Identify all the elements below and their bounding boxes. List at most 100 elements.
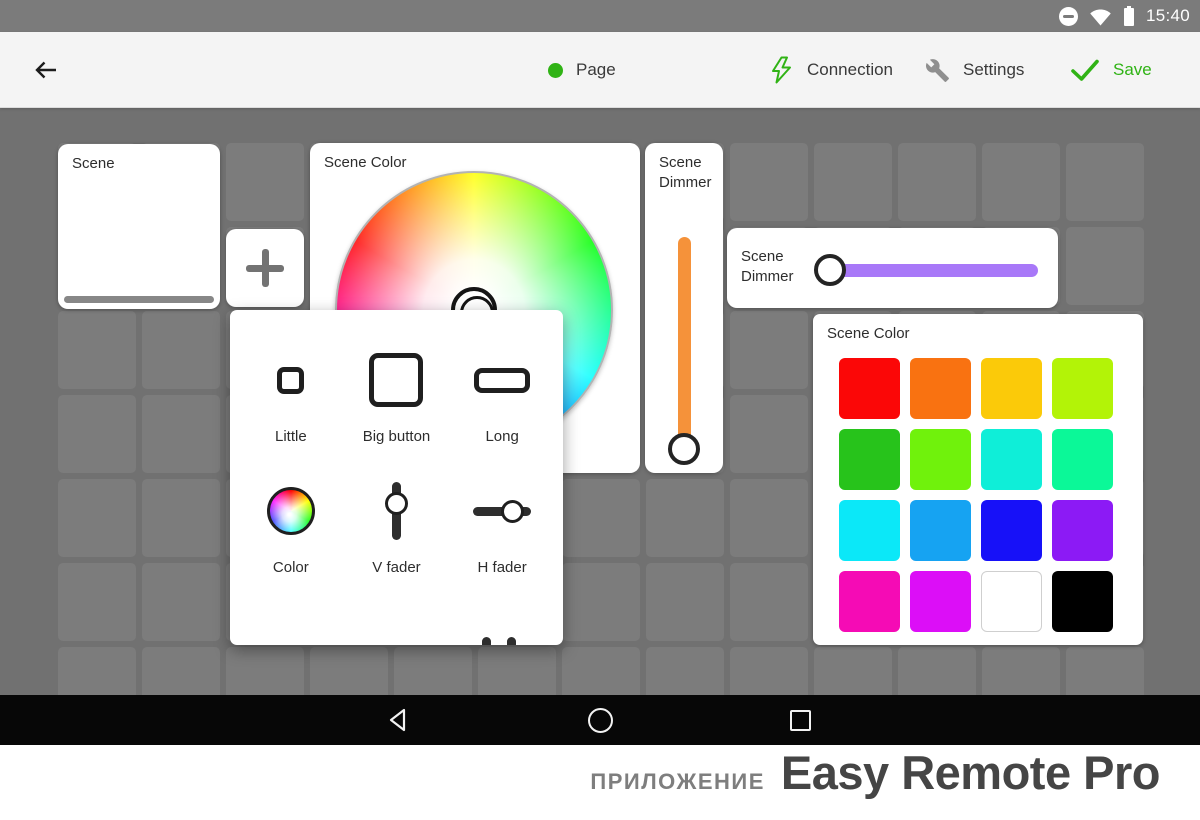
dialog-item-v-fader[interactable]: V fader bbox=[344, 471, 450, 576]
page-indicator[interactable]: Page bbox=[548, 32, 616, 108]
settings-button[interactable]: Settings bbox=[925, 32, 1024, 108]
color-swatch[interactable] bbox=[981, 429, 1042, 490]
dialog-item-label: H fader bbox=[478, 559, 527, 576]
dimmer-h-knob[interactable] bbox=[814, 254, 846, 286]
grid-cell[interactable] bbox=[58, 647, 136, 695]
footer-app-label: ПРИЛОЖЕНИЕ bbox=[590, 769, 765, 795]
grid-cell[interactable] bbox=[898, 647, 976, 695]
back-arrow-icon bbox=[32, 56, 60, 84]
footer-app-name: Easy Remote Pro bbox=[781, 745, 1160, 800]
color-swatch[interactable] bbox=[910, 358, 971, 419]
grid-cell[interactable] bbox=[562, 647, 640, 695]
dialog-item-big[interactable]: Big button bbox=[344, 340, 450, 445]
dialog-item-label: V fader bbox=[372, 559, 420, 576]
color-swatch[interactable] bbox=[981, 358, 1042, 419]
grid-cell[interactable] bbox=[58, 311, 136, 389]
battery-icon bbox=[1123, 6, 1135, 26]
grid-cell[interactable] bbox=[982, 143, 1060, 221]
check-icon bbox=[1070, 58, 1100, 82]
color-swatch[interactable] bbox=[1052, 358, 1113, 419]
home-circle-icon bbox=[588, 708, 613, 733]
nav-recents-button[interactable] bbox=[776, 695, 824, 745]
save-label: Save bbox=[1113, 60, 1152, 80]
h-fader-icon bbox=[473, 471, 531, 551]
grid-cell[interactable] bbox=[142, 311, 220, 389]
dialog-items: Little Big button Long Color V fader H fader bbox=[230, 310, 563, 576]
color-swatch[interactable] bbox=[910, 500, 971, 561]
grid-cell[interactable] bbox=[394, 647, 472, 695]
wifi-icon bbox=[1089, 7, 1112, 26]
cropped-icon-dot bbox=[507, 637, 516, 645]
color-swatch[interactable] bbox=[910, 429, 971, 490]
save-button[interactable]: Save bbox=[1070, 32, 1152, 108]
grid-cell[interactable] bbox=[982, 647, 1060, 695]
dimmer-h-track[interactable] bbox=[827, 264, 1038, 277]
recents-square-icon bbox=[790, 710, 811, 731]
grid-cell[interactable] bbox=[730, 311, 808, 389]
grid-cell[interactable] bbox=[310, 647, 388, 695]
connection-bolt-icon bbox=[770, 56, 794, 84]
scene-button-indicator bbox=[64, 296, 214, 303]
grid-cell[interactable] bbox=[730, 563, 808, 641]
grid-cell[interactable] bbox=[58, 563, 136, 641]
status-time: 15:40 bbox=[1146, 6, 1190, 26]
nav-home-button[interactable] bbox=[576, 695, 624, 745]
add-widget-button[interactable] bbox=[226, 229, 304, 307]
scene-dimmer-horizontal-widget: Scene Dimmer bbox=[727, 228, 1058, 308]
dialog-item-label: Long bbox=[485, 428, 518, 445]
cropped-icon-dot bbox=[482, 637, 491, 645]
color-swatch[interactable] bbox=[839, 429, 900, 490]
grid-cell[interactable] bbox=[646, 647, 724, 695]
grid-cell[interactable] bbox=[730, 143, 808, 221]
connection-button[interactable]: Connection bbox=[770, 32, 893, 108]
dimmer-v-knob[interactable] bbox=[668, 433, 700, 465]
grid-cell[interactable] bbox=[58, 479, 136, 557]
back-button[interactable] bbox=[32, 32, 60, 108]
color-wheel-icon bbox=[267, 471, 315, 551]
palette-swatches bbox=[839, 358, 1113, 632]
app-screen: 15:40 Page Connection Settings bbox=[0, 0, 1200, 820]
grid-cell[interactable] bbox=[562, 479, 640, 557]
dialog-item-long[interactable]: Long bbox=[449, 340, 555, 445]
grid-cell[interactable] bbox=[1066, 227, 1144, 305]
dialog-item-little[interactable]: Little bbox=[238, 340, 344, 445]
color-swatch[interactable] bbox=[839, 358, 900, 419]
nav-back-button[interactable] bbox=[374, 695, 422, 745]
color-swatch[interactable] bbox=[1052, 571, 1113, 632]
scene-button-widget[interactable]: Scene bbox=[58, 144, 220, 309]
grid-cell[interactable] bbox=[142, 647, 220, 695]
dialog-item-label: Little bbox=[275, 428, 307, 445]
wrench-icon bbox=[925, 58, 950, 83]
grid-cell[interactable] bbox=[730, 647, 808, 695]
dialog-item-h-fader[interactable]: H fader bbox=[449, 471, 555, 576]
grid-cell[interactable] bbox=[226, 647, 304, 695]
grid-cell[interactable] bbox=[1066, 143, 1144, 221]
dialog-item-color[interactable]: Color bbox=[238, 471, 344, 576]
color-swatch[interactable] bbox=[981, 500, 1042, 561]
grid-cell[interactable] bbox=[646, 479, 724, 557]
grid-cell[interactable] bbox=[1066, 647, 1144, 695]
grid-cell[interactable] bbox=[58, 395, 136, 473]
color-swatch[interactable] bbox=[910, 571, 971, 632]
dimmer-v-track[interactable] bbox=[678, 237, 691, 455]
grid-cell[interactable] bbox=[226, 143, 304, 221]
grid-cell[interactable] bbox=[730, 479, 808, 557]
grid-cell[interactable] bbox=[478, 647, 556, 695]
grid-cell[interactable] bbox=[562, 563, 640, 641]
color-swatch[interactable] bbox=[839, 500, 900, 561]
grid-cell[interactable] bbox=[814, 143, 892, 221]
color-swatch[interactable] bbox=[839, 571, 900, 632]
grid-cell[interactable] bbox=[142, 479, 220, 557]
grid-cell[interactable] bbox=[142, 563, 220, 641]
scene-color-palette-widget: Scene Color bbox=[813, 314, 1143, 645]
grid-cell[interactable] bbox=[646, 563, 724, 641]
big-button-icon bbox=[369, 340, 423, 420]
grid-cell[interactable] bbox=[898, 143, 976, 221]
grid-cell[interactable] bbox=[730, 395, 808, 473]
color-swatch[interactable] bbox=[981, 571, 1042, 632]
grid-cell[interactable] bbox=[814, 647, 892, 695]
grid-cell[interactable] bbox=[142, 395, 220, 473]
color-swatch[interactable] bbox=[1052, 429, 1113, 490]
footer-branding: ПРИЛОЖЕНИЕ Easy Remote Pro bbox=[0, 745, 1200, 820]
color-swatch[interactable] bbox=[1052, 500, 1113, 561]
